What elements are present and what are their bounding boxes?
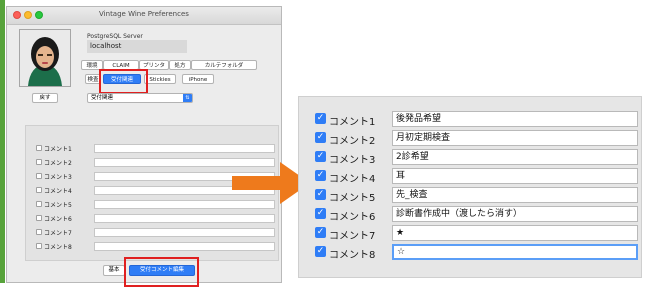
comment-7-field[interactable] (94, 228, 275, 237)
zoom-comment-8-label: コメント8 (329, 250, 376, 261)
tab-stickies[interactable]: Stickies (144, 74, 176, 84)
zoom-comment-3-label: コメント3 (329, 155, 376, 166)
list-item: ✓ コメント3 2診希望 (299, 149, 643, 166)
checkmark-icon[interactable]: ✓ (315, 170, 326, 181)
checkmark-icon[interactable]: ✓ (315, 113, 326, 124)
preferences-window: Vintage Wine Preferences PostgreSQL Serv… (6, 6, 282, 283)
chevron-updown-icon: ⇅ (183, 94, 192, 102)
basic-button[interactable]: 基本 (103, 265, 125, 276)
highlight-box-edit-button (124, 257, 199, 287)
zoom-comment-3-field[interactable]: 2診希望 (392, 149, 638, 165)
checkmark-icon[interactable]: ✓ (315, 132, 326, 143)
title-bar: Vintage Wine Preferences (7, 7, 281, 25)
checkmark-icon[interactable]: ✓ (315, 208, 326, 219)
tab-prescription[interactable]: 処方 (169, 60, 191, 70)
revert-button[interactable]: 戻す (32, 93, 58, 103)
comment-1-checkbox[interactable] (36, 145, 42, 151)
checkmark-icon[interactable]: ✓ (315, 227, 326, 238)
comment-5-checkbox[interactable] (36, 201, 42, 207)
highlight-box-reception-tab (99, 69, 148, 94)
comment-3-label: コメント3 (44, 174, 72, 181)
tab-chart-folder[interactable]: カルテフォルダ (191, 60, 257, 70)
zoom-comment-2-label: コメント2 (329, 136, 376, 147)
comment-8-label: コメント8 (44, 244, 72, 251)
checkmark-icon[interactable]: ✓ (315, 246, 326, 257)
list-item: ✓ コメント7 ★ (299, 225, 643, 242)
checkmark-icon[interactable]: ✓ (315, 189, 326, 200)
comment-7-checkbox[interactable] (36, 229, 42, 235)
comment-1-label: コメント1 (44, 146, 72, 153)
server-label: PostgreSQL Server (87, 33, 143, 40)
comment-4-checkbox[interactable] (36, 187, 42, 193)
zoom-comment-7-label: コメント7 (329, 231, 376, 242)
list-item: コメント1 (26, 143, 280, 153)
zoom-comment-8-field[interactable]: ☆ (392, 244, 638, 260)
comment-5-label: コメント5 (44, 202, 72, 209)
zoom-comment-1-field[interactable]: 後発品希望 (392, 111, 638, 127)
comment-6-checkbox[interactable] (36, 215, 42, 221)
comment-2-checkbox[interactable] (36, 159, 42, 165)
zoom-comment-4-field[interactable]: 耳 (392, 168, 638, 184)
list-item: コメント8 (26, 241, 280, 251)
list-item: ✓ コメント5 先_検査 (299, 187, 643, 204)
window-title: Vintage Wine Preferences (99, 10, 189, 18)
zoom-comment-5-field[interactable]: 先_検査 (392, 187, 638, 203)
comment-6-label: コメント6 (44, 216, 72, 223)
list-item: コメント6 (26, 213, 280, 223)
zoom-comment-6-field[interactable]: 診断書作成中（渡したら消す） (392, 206, 638, 222)
checkmark-icon[interactable]: ✓ (315, 151, 326, 162)
avatar-portrait-icon (20, 30, 70, 86)
section-select-value: 受付関連 (91, 95, 114, 101)
comment-3-checkbox[interactable] (36, 173, 42, 179)
zoom-comment-6-label: コメント6 (329, 212, 376, 223)
zoom-comment-5-label: コメント5 (329, 193, 376, 204)
zoom-comment-1-label: コメント1 (329, 117, 376, 128)
reception-comments-zoom-panel: ✓ コメント1 後発品希望 ✓ コメント2 月初定期検査 ✓ コメント3 2診希… (298, 96, 642, 278)
comment-4-label: コメント4 (44, 188, 72, 195)
tab-iphone[interactable]: iPhone (182, 74, 214, 84)
zoom-comment-2-field[interactable]: 月初定期検査 (392, 130, 638, 146)
zoom-comment-4-label: コメント4 (329, 174, 376, 185)
window-side-strip (0, 0, 5, 283)
list-item: ✓ コメント2 月初定期検査 (299, 130, 643, 147)
server-host-field[interactable]: localhost (87, 40, 187, 53)
list-item: ✓ コメント1 後発品希望 (299, 111, 643, 128)
list-item: ✓ コメント4 耳 (299, 168, 643, 185)
avatar (19, 29, 71, 87)
comment-2-label: コメント2 (44, 160, 72, 167)
list-item: ✓ コメント8 ☆ (299, 244, 643, 261)
list-item: ✓ コメント6 診断書作成中（渡したら消す） (299, 206, 643, 223)
section-select[interactable]: 受付関連 ⇅ (87, 93, 193, 103)
comment-7-label: コメント7 (44, 230, 72, 237)
comment-1-field[interactable] (94, 144, 275, 153)
comment-6-field[interactable] (94, 214, 275, 223)
zoom-comment-7-field[interactable]: ★ (392, 225, 638, 241)
list-item: コメント7 (26, 227, 280, 237)
comment-8-field[interactable] (94, 242, 275, 251)
comment-8-checkbox[interactable] (36, 243, 42, 249)
